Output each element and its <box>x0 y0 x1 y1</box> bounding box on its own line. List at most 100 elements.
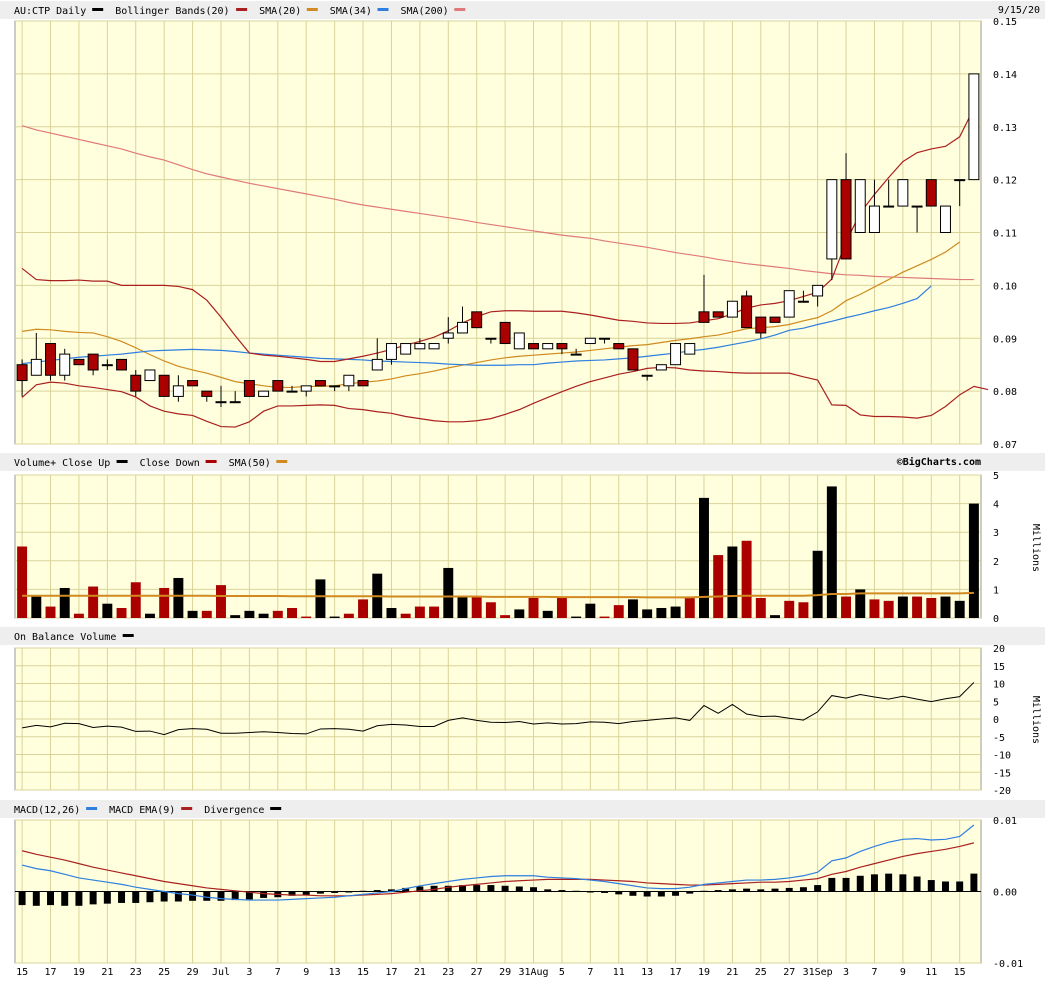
x-tick-label: 17 <box>670 967 682 978</box>
volume-bar <box>812 550 823 618</box>
volume-bar <box>968 503 979 618</box>
y-tick-label: 2 <box>993 557 999 568</box>
x-tick-label: 9 <box>900 967 906 978</box>
volume-bar <box>258 613 269 618</box>
macd-divergence-bar <box>814 885 822 892</box>
y-axis-unit-label: Millions <box>1030 524 1041 572</box>
volume-bar <box>528 597 539 618</box>
x-tick-label: 15 <box>954 967 966 978</box>
macd-divergence-bar <box>61 891 69 906</box>
legend-swatch <box>86 807 98 810</box>
candle-body <box>627 348 639 371</box>
volume-bar <box>699 497 709 618</box>
candle-body <box>130 374 142 392</box>
legend-label: SMA(20) <box>259 6 301 17</box>
candle-body <box>556 343 568 350</box>
volume-bar <box>656 607 667 618</box>
legend-swatch <box>377 8 389 11</box>
candle-body <box>741 295 753 329</box>
candle-body <box>45 343 56 376</box>
macd-divergence-bar <box>515 886 523 892</box>
y-tick-label: 0.12 <box>993 176 1017 187</box>
candle-body <box>925 179 937 207</box>
volume-bar <box>301 616 312 618</box>
legend-swatch <box>306 8 318 11</box>
candle-body <box>414 343 426 350</box>
macd-divergence-bar <box>643 891 651 897</box>
legend-label: MACD EMA(9) <box>109 805 175 816</box>
volume-bar <box>429 606 440 618</box>
volume-bar <box>642 609 653 618</box>
x-tick-label: 9 <box>303 967 309 978</box>
candle-body <box>883 205 895 208</box>
macd-divergence-bar <box>544 889 552 892</box>
volume-bar <box>343 613 354 618</box>
macd-divergence-bar <box>18 891 26 906</box>
macd-divergence-bar <box>700 890 708 892</box>
macd-divergence-bar <box>331 891 339 893</box>
panel-header-bar <box>0 627 1045 645</box>
x-tick-label: 23 <box>130 967 142 978</box>
candle-body <box>201 390 213 397</box>
volume-bar <box>940 596 951 618</box>
candle-body <box>371 358 383 371</box>
stock-chart: 9/15/20 ©BigCharts.com AU:CTP Daily Bolli… <box>0 1 1045 978</box>
y-tick-label: 20 <box>993 644 1005 655</box>
volume-bar <box>173 577 184 618</box>
macd-divergence-bar <box>913 876 921 892</box>
volume-bar <box>400 613 411 618</box>
x-tick-label: 17 <box>44 967 56 978</box>
macd-divergence-bar <box>132 891 140 903</box>
legend-swatch <box>116 460 128 463</box>
macd-divergence-bar <box>743 888 751 892</box>
candle-body <box>613 343 625 350</box>
volume-bar <box>613 605 624 618</box>
macd-divergence-bar <box>615 891 623 895</box>
x-tick-label: 29 <box>499 967 511 978</box>
legend-label: MACD(12,26) <box>14 805 80 816</box>
legend-swatch <box>122 634 134 637</box>
x-tick-label: 23 <box>442 967 454 978</box>
candle-body <box>87 353 99 371</box>
legend-label: Divergence <box>204 805 264 816</box>
volume-bar <box>954 600 965 618</box>
y-tick-label: 0 <box>993 614 999 625</box>
volume-bar <box>216 585 226 618</box>
volume-bar <box>926 597 937 618</box>
volume-bar <box>514 609 525 618</box>
macd-divergence-bar <box>217 891 225 901</box>
candle-body <box>172 385 184 397</box>
candle-body <box>457 321 468 334</box>
volume-bar <box>144 613 155 618</box>
candle-body <box>116 358 128 371</box>
candle-body <box>314 380 326 387</box>
y-tick-label: 0.11 <box>993 229 1017 240</box>
volume-bar <box>329 616 340 618</box>
candle-body <box>769 316 781 323</box>
x-tick-label: 25 <box>158 967 170 978</box>
volume-bar <box>45 606 56 618</box>
volume-bar <box>500 615 511 618</box>
chart-date: 9/15/20 <box>998 5 1040 16</box>
y-tick-label: 10 <box>993 680 1005 691</box>
candle-body <box>357 380 369 387</box>
macd-divergence-bar <box>657 891 665 897</box>
volume-bar <box>571 616 582 618</box>
y-tick-label: 0.01 <box>993 816 1017 827</box>
y-tick-label: 0.07 <box>993 440 1017 451</box>
x-tick-label: 29 <box>187 967 199 978</box>
volume-bar <box>883 600 894 618</box>
candle-body <box>101 364 113 367</box>
candle-body <box>940 205 951 233</box>
x-tick-label: 15 <box>16 967 28 978</box>
candle-body <box>442 332 454 339</box>
x-tick-label: 27 <box>471 967 483 978</box>
volume-bar <box>287 607 297 618</box>
chart-stage: 9/15/20 ©BigCharts.com AU:CTP Daily Bolli… <box>0 0 1045 981</box>
volume-bar <box>159 587 170 618</box>
volume-bar <box>542 610 553 618</box>
volume-bar <box>670 606 681 618</box>
macd-divergence-bar <box>203 891 211 901</box>
candle-body <box>797 300 809 303</box>
legend-label: On Balance Volume <box>14 632 116 643</box>
